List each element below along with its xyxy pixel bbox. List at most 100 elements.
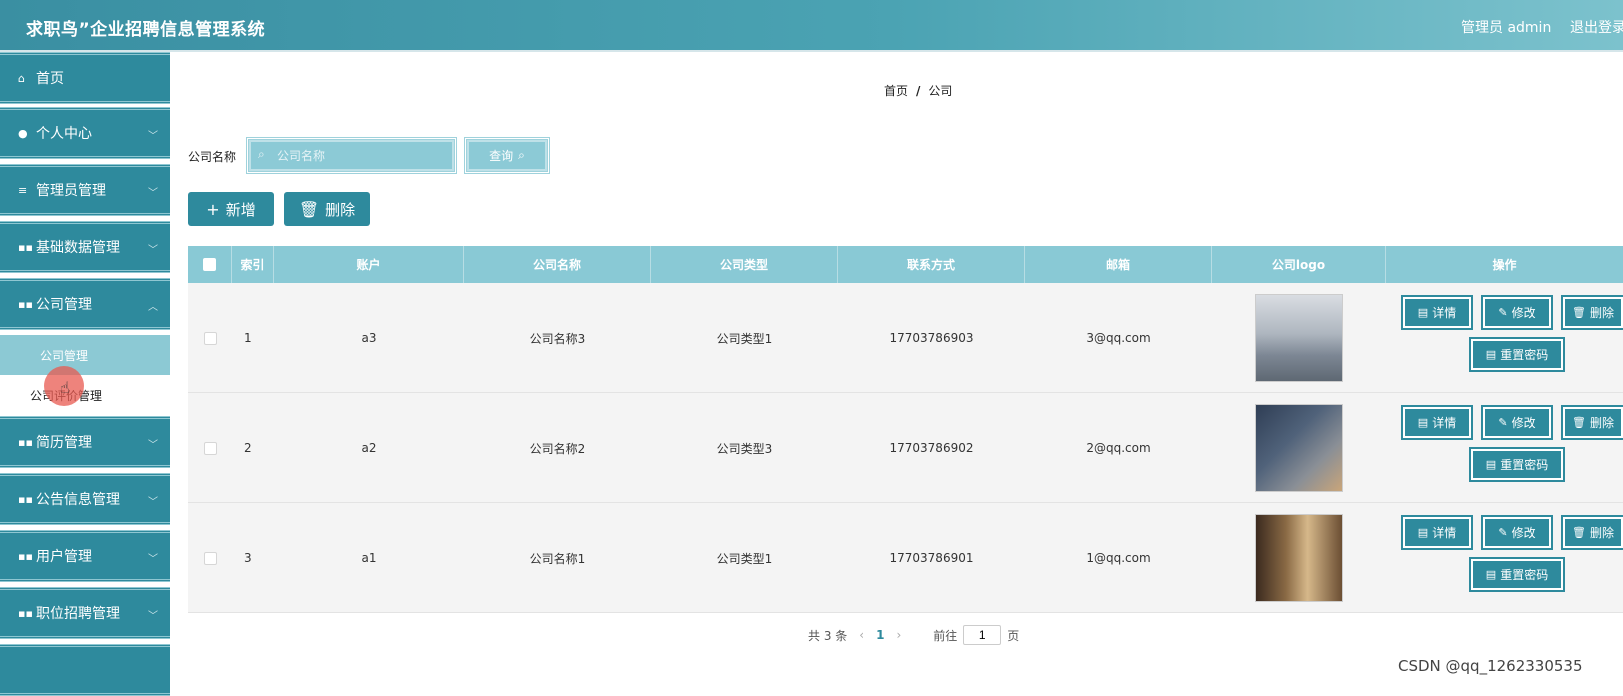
sidebar-item-label: 首页 xyxy=(36,71,64,87)
chevron-left-icon[interactable]: ‹ xyxy=(859,628,864,642)
sidebar-item-user-management[interactable]: ▪▪ 用户管理 ﹀ xyxy=(0,530,170,582)
reset-password-button-label: 重置密码 xyxy=(1500,348,1549,362)
breadcrumb-home[interactable]: 首页 xyxy=(884,84,908,98)
chevron-down-icon: ﹀ xyxy=(148,245,158,256)
sidebar-item-personal-center[interactable]: ● 个人中心 ﹀ xyxy=(0,107,170,159)
trash-icon: 🗑 xyxy=(1572,416,1586,429)
trash-icon: 🗑 xyxy=(1572,306,1586,319)
cell-company-type: 公司类型1 xyxy=(716,331,773,346)
document-icon: ▤ xyxy=(1485,458,1497,471)
column-header-company-logo: 公司logo xyxy=(1212,246,1386,283)
sidebar-subitem-label: 公司管理 xyxy=(40,348,89,363)
cell-company-name: 公司名称2 xyxy=(529,441,586,456)
table-row: 3 a1 公司名称1 公司类型1 17703786901 1@qq.com ▤ 详… xyxy=(188,503,1623,613)
logout-link[interactable]: 退出登录 xyxy=(1570,17,1623,37)
document-icon: ▤ xyxy=(1485,568,1497,581)
pagination-current-page[interactable]: 1 xyxy=(876,628,884,642)
cell-company-logo xyxy=(1212,503,1386,613)
row-delete-button[interactable]: 🗑 删除 xyxy=(1561,405,1623,440)
trash-icon: 🗑 xyxy=(298,199,320,219)
edit-button-label: 修改 xyxy=(1511,416,1536,430)
search-icon: ⌕ xyxy=(518,148,525,162)
cell-company-name: 公司名称1 xyxy=(529,551,586,566)
sidebar-item-job-recruitment-management[interactable]: ▪▪ 职位招聘管理 ﹀ xyxy=(0,587,170,639)
sidebar-item-home[interactable]: ⌂ 首页 xyxy=(0,52,170,104)
sidebar-item-basic-data-management[interactable]: ▪▪ 基础数据管理 ﹀ xyxy=(0,221,170,273)
grid-icon: ▪▪ xyxy=(18,240,33,254)
document-icon: ▤ xyxy=(1417,306,1429,319)
row-delete-button-label: 删除 xyxy=(1589,526,1614,540)
select-all-cell xyxy=(188,246,232,283)
sidebar-item-company-management[interactable]: ▪▪ 公司管理 ︿ xyxy=(0,278,170,330)
reset-password-button[interactable]: ▤ 重置密码 xyxy=(1469,337,1565,372)
home-icon: ⌂ xyxy=(18,71,25,85)
pagination-goto-input[interactable] xyxy=(963,625,1002,645)
row-delete-button[interactable]: 🗑 删除 xyxy=(1561,515,1623,550)
sidebar-item-label: 职位招聘管理 xyxy=(36,606,120,622)
pagination: 共 3 条 ‹ 1 › 前往 页 xyxy=(808,625,1019,645)
sidebar-item-announcement-management[interactable]: ▪▪ 公告信息管理 ﹀ xyxy=(0,473,170,525)
user-icon: ● xyxy=(18,126,28,140)
company-logo-image[interactable] xyxy=(1255,404,1343,492)
company-name-search-input[interactable] xyxy=(246,137,457,174)
chevron-down-icon: ﹀ xyxy=(148,188,158,199)
sidebar: ⌂ 首页 ● 个人中心 ﹀ ≡ 管理员管理 ﹀ ▪▪ 基础数据管理 ﹀ ▪▪ 公… xyxy=(0,52,170,696)
cell-company-type: 公司类型3 xyxy=(716,441,773,456)
query-button-label: 查询 xyxy=(489,149,514,163)
cell-company-logo xyxy=(1212,283,1386,393)
row-select-cell xyxy=(188,393,232,503)
select-all-checkbox[interactable] xyxy=(203,258,216,271)
grid-icon: ▪▪ xyxy=(18,492,33,506)
cell-account: a1 xyxy=(361,551,377,565)
cell-email: 1@qq.com xyxy=(1086,551,1151,565)
cell-contact: 17703786902 xyxy=(889,441,974,455)
row-delete-button[interactable]: 🗑 删除 xyxy=(1561,295,1623,330)
company-logo-image[interactable] xyxy=(1255,294,1343,382)
detail-button[interactable]: ▤ 详情 xyxy=(1401,295,1473,330)
row-checkbox[interactable] xyxy=(203,331,217,345)
sidebar-item-more[interactable] xyxy=(0,644,170,696)
row-checkbox[interactable] xyxy=(203,441,217,455)
cell-index: 1 xyxy=(244,331,252,345)
sidebar-subitem-company-management[interactable]: 公司管理 xyxy=(0,335,170,375)
column-header-index: 索引 xyxy=(232,246,274,283)
detail-button[interactable]: ▤ 详情 xyxy=(1401,405,1473,440)
edit-button[interactable]: ✎ 修改 xyxy=(1481,295,1553,330)
company-logo-image[interactable] xyxy=(1255,514,1343,602)
grid-icon: ▪▪ xyxy=(18,435,33,449)
detail-button-label: 详情 xyxy=(1432,526,1457,540)
cell-email: 3@qq.com xyxy=(1086,331,1151,345)
query-button[interactable]: 查询 ⌕ xyxy=(464,137,550,174)
pencil-icon: ✎ xyxy=(1498,306,1508,319)
delete-button[interactable]: 🗑 删除 xyxy=(284,192,370,226)
list-icon: ≡ xyxy=(18,183,28,197)
cell-index: 2 xyxy=(244,441,252,455)
add-button[interactable]: + 新增 xyxy=(188,192,274,226)
row-checkbox[interactable] xyxy=(203,551,217,565)
reset-password-button-label: 重置密码 xyxy=(1500,568,1549,582)
document-icon: ▤ xyxy=(1485,348,1497,361)
reset-password-button[interactable]: ▤ 重置密码 xyxy=(1469,557,1565,592)
chevron-right-icon[interactable]: › xyxy=(896,628,901,642)
edit-button[interactable]: ✎ 修改 xyxy=(1481,405,1553,440)
edit-button-label: 修改 xyxy=(1511,306,1536,320)
table-row: 2 a2 公司名称2 公司类型3 17703786902 2@qq.com ▤ 详… xyxy=(188,393,1623,503)
grid-icon: ▪▪ xyxy=(18,606,33,620)
column-header-actions: 操作 xyxy=(1492,258,1517,272)
add-button-label: 新增 xyxy=(225,200,256,219)
reset-password-button-label: 重置密码 xyxy=(1500,458,1549,472)
edit-button[interactable]: ✎ 修改 xyxy=(1481,515,1553,550)
cell-index: 3 xyxy=(244,551,252,565)
sidebar-item-resume-management[interactable]: ▪▪ 简历管理 ﹀ xyxy=(0,416,170,468)
sidebar-item-admin-management[interactable]: ≡ 管理员管理 ﹀ xyxy=(0,164,170,216)
sidebar-item-label: 公司管理 xyxy=(36,297,92,313)
detail-button[interactable]: ▤ 详情 xyxy=(1401,515,1473,550)
column-header-account: 账户 xyxy=(274,246,464,283)
cell-email: 2@qq.com xyxy=(1086,441,1151,455)
grid-icon: ▪▪ xyxy=(18,549,33,563)
reset-password-button[interactable]: ▤ 重置密码 xyxy=(1469,447,1565,482)
sidebar-subitem-company-review-management[interactable]: 公司评价管理 xyxy=(0,375,170,415)
delete-button-label: 删除 xyxy=(325,200,356,219)
column-header-contact: 联系方式 xyxy=(838,246,1025,283)
chevron-down-icon: ﹀ xyxy=(148,611,158,622)
